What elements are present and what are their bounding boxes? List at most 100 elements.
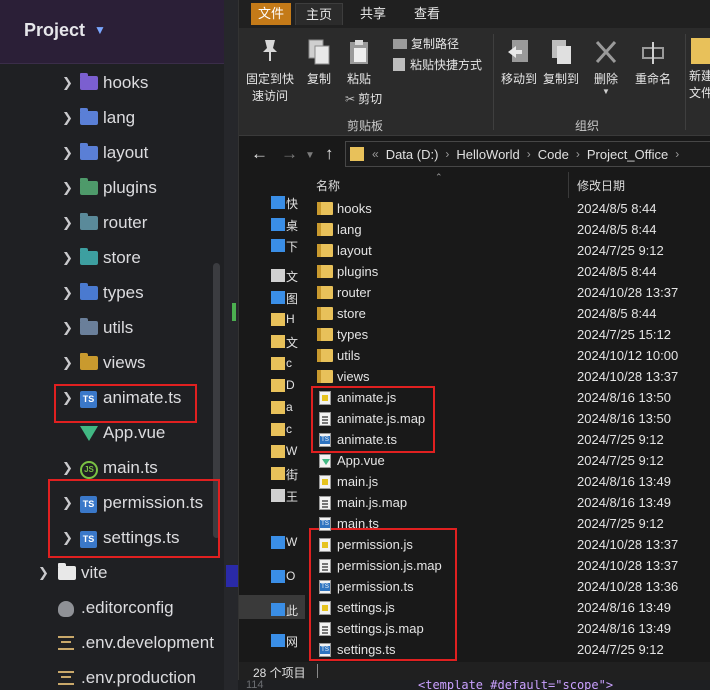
paste-shortcut-button[interactable]: 粘贴快捷方式 (393, 57, 482, 74)
tree-item[interactable]: ❯ views (0, 346, 224, 381)
tree-item[interactable]: .editorconfig (0, 591, 224, 626)
breadcrumb-item[interactable]: Code (538, 147, 569, 162)
breadcrumb-item[interactable]: HelloWorld (456, 147, 519, 162)
chevron-right-icon[interactable]: ❯ (62, 251, 76, 265)
file-row[interactable]: animate.js.map 2024/8/16 13:50 (311, 408, 710, 429)
file-row[interactable]: main.ts 2024/7/25 9:12 (311, 513, 710, 534)
file-row[interactable]: permission.js.map 2024/10/28 13:37 (311, 555, 710, 576)
nav-item[interactable]: 文 (239, 331, 305, 352)
file-row[interactable]: lang 2024/8/5 8:44 (311, 219, 710, 240)
paste-button[interactable]: 粘贴 (341, 38, 377, 88)
file-row[interactable]: animate.ts 2024/7/25 9:12 (311, 429, 710, 450)
nav-item[interactable]: c (239, 419, 305, 440)
chevron-down-icon[interactable]: ▼ (591, 88, 621, 96)
tab-file[interactable]: 文件 (251, 3, 291, 25)
breadcrumb-item[interactable]: Project_Office (587, 147, 668, 162)
back-arrow-icon[interactable]: ← (251, 144, 268, 164)
nav-item[interactable]: H (239, 309, 305, 330)
nav-item[interactable]: 图 (239, 287, 305, 308)
tab-view[interactable]: 查看 (405, 3, 449, 25)
file-row[interactable]: permission.js 2024/10/28 13:37 (311, 534, 710, 555)
chevron-right-icon[interactable]: ❯ (62, 181, 76, 195)
chevron-right-icon[interactable]: ❯ (62, 356, 76, 370)
move-to-button[interactable]: 移动到 (499, 38, 539, 88)
column-divider[interactable] (568, 172, 569, 198)
file-row[interactable]: settings.js.map 2024/8/16 13:49 (311, 618, 710, 639)
tab-share[interactable]: 共享 (351, 3, 395, 25)
breadcrumb-item[interactable]: Data (D:) (386, 147, 439, 162)
copy-path-button[interactable]: 复制路径 (393, 36, 459, 53)
address-bar[interactable]: « Data (D:) › HelloWorld › Code › Project_Offi… (345, 141, 710, 167)
chevron-down-icon[interactable]: ▼ (94, 23, 106, 37)
chevron-right-icon[interactable]: ❯ (62, 111, 76, 125)
forward-arrow-icon[interactable]: → (281, 144, 298, 164)
file-row[interactable]: permission.ts 2024/10/28 13:36 (311, 576, 710, 597)
cut-button[interactable]: ✂ 剪切 (345, 91, 382, 108)
file-row[interactable]: main.js.map 2024/8/16 13:49 (311, 492, 710, 513)
tree-item[interactable]: .env.development (0, 626, 224, 661)
delete-button[interactable]: 删除 ▼ (591, 38, 621, 96)
file-row[interactable]: hooks 2024/8/5 8:44 (311, 198, 710, 219)
column-header-name[interactable]: 名称 (316, 177, 340, 194)
nav-item[interactable]: 街 (239, 463, 305, 484)
chevron-right-icon[interactable]: › (445, 147, 449, 161)
chevron-right-icon[interactable]: › (675, 147, 679, 161)
chevron-right-icon[interactable]: ❯ (62, 146, 76, 160)
tree-item[interactable]: ❯ utils (0, 311, 224, 346)
chevron-down-icon[interactable]: ▼ (305, 146, 315, 166)
nav-item[interactable]: D (239, 375, 305, 396)
nav-item[interactable]: 文 (239, 265, 305, 286)
file-row[interactable]: plugins 2024/8/5 8:44 (311, 261, 710, 282)
column-header-modified[interactable]: 修改日期 (577, 177, 625, 194)
file-row[interactable]: types 2024/7/25 15:12 (311, 324, 710, 345)
chevron-right-icon[interactable]: ❯ (62, 461, 76, 475)
file-row[interactable]: views 2024/10/28 13:37 (311, 366, 710, 387)
nav-item[interactable]: c (239, 353, 305, 374)
copy-button[interactable]: 复制 (301, 38, 337, 88)
nav-item[interactable]: 王 (239, 485, 305, 506)
file-row[interactable]: animate.js 2024/8/16 13:50 (311, 387, 710, 408)
rename-button[interactable]: 重命名 (631, 38, 675, 88)
chevron-right-icon[interactable]: › (576, 147, 580, 161)
nav-item[interactable]: 此 (239, 599, 305, 620)
project-title[interactable]: Project (24, 20, 85, 41)
chevron-right-icon[interactable]: ❯ (62, 216, 76, 230)
chevron-right-icon[interactable]: › (527, 147, 531, 161)
file-row[interactable]: settings.ts 2024/7/25 9:12 (311, 639, 710, 660)
tree-item[interactable]: ❯ router (0, 206, 224, 241)
tree-item[interactable]: ❯ types (0, 276, 224, 311)
copy-to-button[interactable]: 复制到 (541, 38, 581, 88)
nav-item[interactable]: 快 (239, 192, 305, 213)
nav-item[interactable]: 桌 (239, 214, 305, 235)
file-row[interactable]: utils 2024/10/12 10:00 (311, 345, 710, 366)
tree-item[interactable]: ❯ hooks (0, 66, 224, 101)
tree-item[interactable]: ❯ layout (0, 136, 224, 171)
file-row[interactable]: router 2024/10/28 13:37 (311, 282, 710, 303)
chevron-right-icon[interactable]: ❯ (62, 76, 76, 90)
tab-home[interactable]: 主页 (295, 3, 343, 25)
tree-item[interactable]: ❯ store (0, 241, 224, 276)
nav-item[interactable]: 下 (239, 235, 305, 256)
tree-item[interactable]: .env.production (0, 661, 224, 690)
chevron-left-icon[interactable]: « (372, 147, 379, 161)
chevron-right-icon[interactable]: ❯ (38, 566, 52, 580)
chevron-right-icon[interactable]: ❯ (62, 286, 76, 300)
file-row[interactable]: store 2024/8/5 8:44 (311, 303, 710, 324)
file-row[interactable]: App.vue 2024/7/25 9:12 (311, 450, 710, 471)
project-header[interactable]: Project ▼ (0, 0, 238, 64)
nav-item[interactable]: W (239, 441, 305, 462)
tree-item[interactable]: ❯ plugins (0, 171, 224, 206)
chevron-right-icon[interactable]: ❯ (62, 321, 76, 335)
new-folder-button[interactable]: 新建 文件 (689, 38, 710, 102)
file-row[interactable]: main.js 2024/8/16 13:49 (311, 471, 710, 492)
nav-item[interactable]: a (239, 397, 305, 418)
pin-quick-access-button[interactable]: 固定到快 速访问 (245, 38, 295, 105)
nav-item[interactable]: W (239, 532, 305, 553)
tree-item[interactable]: ❯ vite (0, 556, 224, 591)
file-row[interactable]: settings.js 2024/8/16 13:49 (311, 597, 710, 618)
nav-item[interactable]: O (239, 566, 305, 587)
file-row[interactable]: layout 2024/7/25 9:12 (311, 240, 710, 261)
nav-item[interactable]: 网 (239, 630, 305, 651)
up-arrow-icon[interactable]: ↑ (325, 144, 334, 164)
tree-item[interactable]: ❯ lang (0, 101, 224, 136)
